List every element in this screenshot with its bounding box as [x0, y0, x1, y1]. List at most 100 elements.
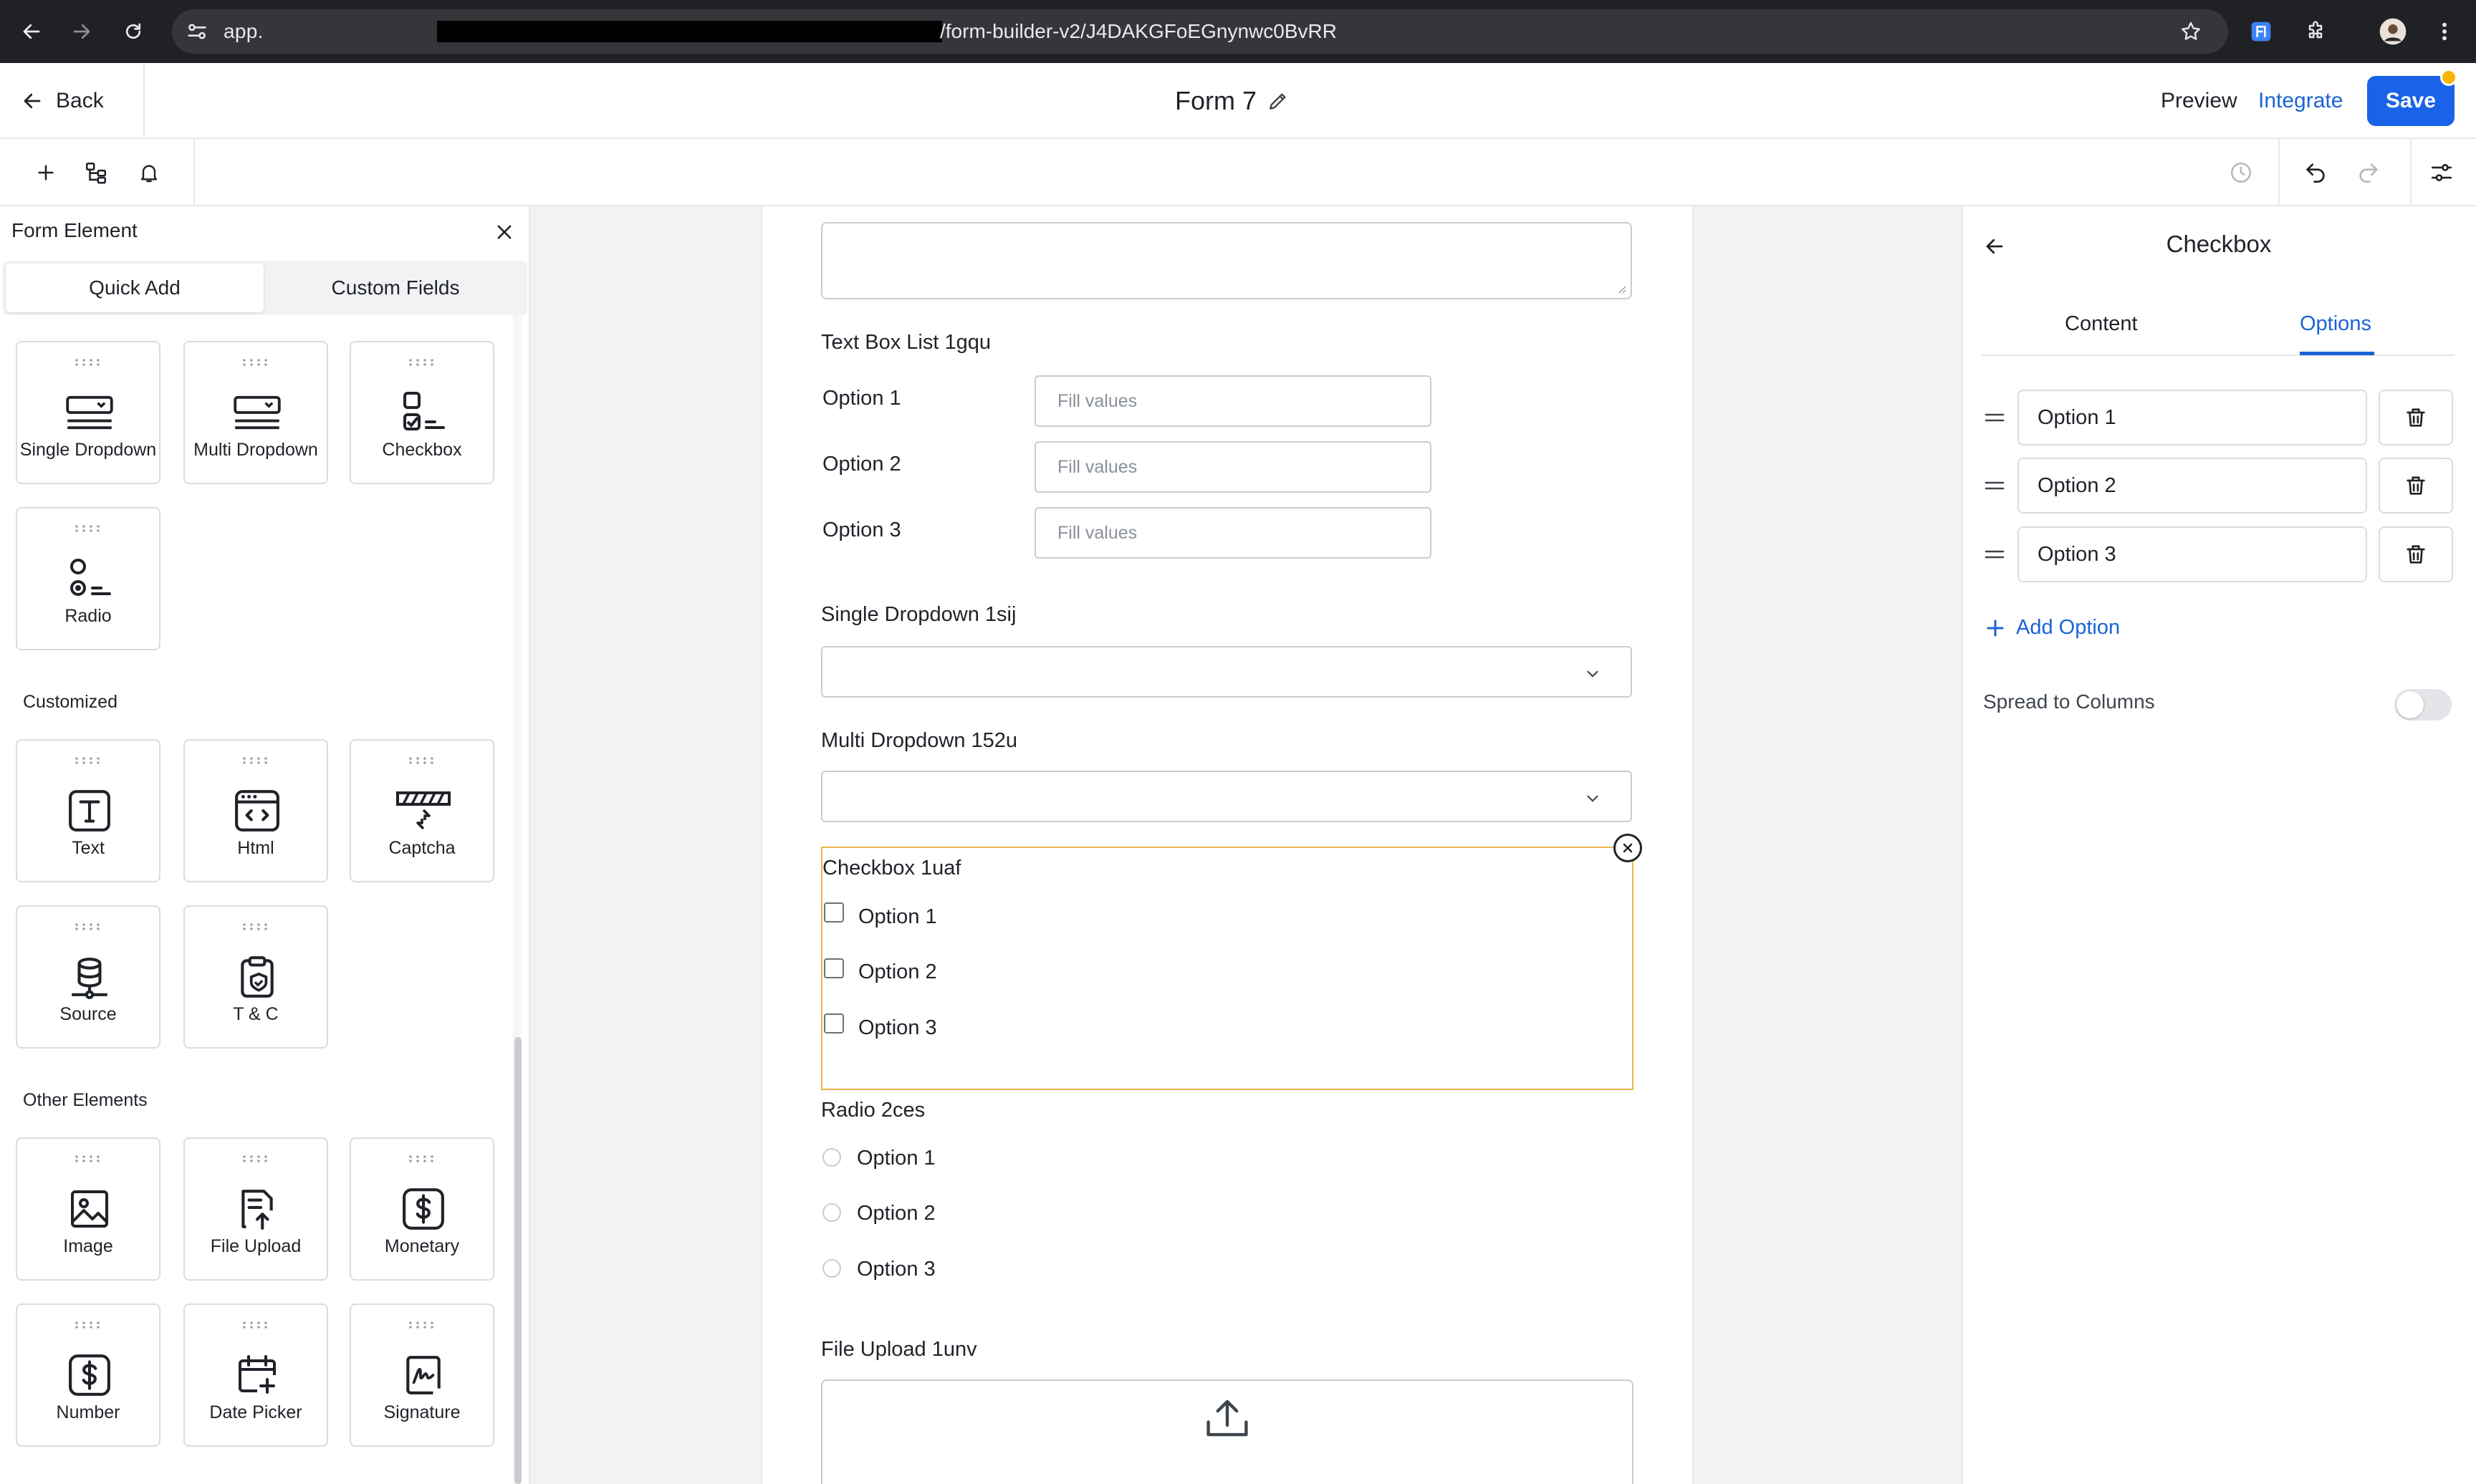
element-tile-single-dropdown[interactable]: Single Dropdown [16, 341, 160, 484]
drag-handle-icon[interactable] [1985, 478, 2005, 493]
element-tile-radio[interactable]: Radio [16, 507, 160, 650]
extension-app-icon[interactable] [2245, 16, 2277, 47]
radio-input[interactable] [822, 1203, 841, 1222]
captcha-icon [395, 782, 452, 839]
back-label: Back [56, 89, 104, 112]
trash-icon [2407, 545, 2425, 564]
element-tile-captcha[interactable]: Captcha [350, 739, 494, 882]
file-upload-dropzone[interactable] [821, 1379, 1633, 1484]
add-option-button[interactable]: Add Option [1985, 616, 2120, 640]
resize-handle-icon[interactable] [1616, 284, 1626, 294]
tile-label: File Upload [210, 1236, 302, 1256]
tile-label: Captcha [388, 838, 456, 858]
checkbox-option-label: Option 2 [858, 960, 937, 983]
history-icon[interactable] [2220, 139, 2263, 206]
element-tile-number[interactable]: Number [16, 1304, 160, 1447]
drag-handle-icon [75, 1155, 100, 1162]
element-tile-signature[interactable]: Signature [350, 1304, 494, 1447]
field-label-multi-dropdown: Multi Dropdown 152u [821, 729, 1018, 752]
delete-option-button[interactable] [2379, 526, 2453, 582]
clipboard-shield-icon [229, 948, 286, 1006]
element-tile-image[interactable]: Image [16, 1137, 160, 1281]
remove-field-icon[interactable] [1613, 834, 1642, 862]
radio-input[interactable] [822, 1259, 841, 1278]
delete-option-button[interactable] [2379, 390, 2453, 445]
checkbox-input[interactable] [824, 902, 844, 922]
element-tile-checkbox[interactable]: Checkbox [350, 341, 494, 484]
element-tile-terms[interactable]: T & C [183, 905, 328, 1049]
browser-reload-icon[interactable] [117, 16, 149, 47]
drag-handle-icon [243, 359, 267, 366]
element-tile-monetary[interactable]: Monetary [350, 1137, 494, 1281]
checkbox-input[interactable] [824, 958, 844, 978]
app-header: Back Form 7 Preview Integrate Save [0, 63, 2476, 139]
tile-label: Html [237, 838, 274, 858]
layers-tree-icon[interactable] [75, 139, 117, 206]
radio-input[interactable] [822, 1148, 841, 1167]
text-box-list-input[interactable]: Fill values [1035, 375, 1431, 427]
tab-quick-add[interactable]: Quick Add [6, 264, 264, 312]
extensions-puzzle-icon[interactable] [2300, 16, 2331, 47]
tab-content[interactable]: Content [2065, 312, 2138, 336]
save-button[interactable]: Save [2367, 76, 2455, 126]
element-tile-file-upload[interactable]: File Upload [183, 1137, 328, 1281]
checkbox-input[interactable] [824, 1013, 844, 1034]
element-tile-multi-dropdown[interactable]: Multi Dropdown [183, 341, 328, 484]
close-icon[interactable] [490, 218, 519, 246]
browser-forward-icon[interactable] [66, 16, 97, 47]
textarea-field[interactable] [821, 222, 1632, 299]
browser-menu-icon[interactable] [2429, 16, 2460, 47]
browser-back-icon[interactable] [16, 16, 47, 47]
element-tile-date-picker[interactable]: Date Picker [183, 1304, 328, 1447]
trash-icon [2407, 408, 2425, 427]
tile-label: Number [56, 1402, 120, 1422]
selected-checkbox-field[interactable] [821, 847, 1633, 1090]
text-box-list-row-label: Option 1 [822, 387, 901, 410]
text-box-list-input[interactable]: Fill values [1035, 507, 1431, 559]
element-tile-html[interactable]: Html [183, 739, 328, 882]
delete-option-button[interactable] [2379, 458, 2453, 514]
element-tile-source[interactable]: Source [16, 905, 160, 1049]
drag-handle-icon [409, 1155, 433, 1162]
form-title[interactable]: Form 7 [1175, 63, 1290, 139]
redo-icon[interactable] [2347, 139, 2390, 206]
drag-handle-icon[interactable] [1985, 410, 2005, 425]
preview-button[interactable]: Preview [2161, 63, 2237, 139]
settings-sliders-icon[interactable] [2420, 139, 2463, 206]
spread-to-columns-toggle[interactable] [2394, 689, 2452, 721]
option-input[interactable]: Option 1 [2017, 390, 2367, 445]
bookmark-star-icon[interactable] [2175, 16, 2207, 47]
panel-scrollbar-thumb[interactable] [514, 1037, 522, 1484]
profile-avatar-icon[interactable] [2377, 16, 2409, 47]
tab-options[interactable]: Options [2300, 312, 2371, 336]
builder-toolbar [0, 139, 2476, 206]
pencil-icon[interactable] [1267, 90, 1290, 112]
add-element-icon[interactable] [24, 139, 67, 206]
tile-label: Single Dropdown [19, 440, 157, 460]
text-box-list-row-label: Option 2 [822, 453, 901, 476]
bell-icon[interactable] [128, 139, 171, 206]
calendar-plus-icon [229, 1346, 286, 1404]
tile-label: Multi Dropdown [193, 440, 318, 460]
option-input[interactable]: Option 2 [2017, 458, 2367, 514]
drag-handle-icon [409, 359, 433, 366]
chevron-down-icon [1587, 670, 1598, 678]
field-label-file-upload: File Upload 1unv [821, 1338, 977, 1361]
integrate-button[interactable]: Integrate [2258, 63, 2343, 139]
unsaved-indicator-dot [2440, 69, 2457, 86]
undo-icon[interactable] [2294, 139, 2337, 206]
option-input[interactable]: Option 3 [2017, 526, 2367, 582]
url-prefix: app. [224, 20, 264, 42]
single-dropdown-select[interactable] [821, 646, 1632, 698]
multi-dropdown-select[interactable] [821, 771, 1632, 822]
tab-custom-fields[interactable]: Custom Fields [267, 264, 524, 312]
arrow-left-icon [24, 93, 41, 109]
drag-handle-icon[interactable] [1985, 547, 2005, 562]
toggle-knob [2396, 691, 2424, 718]
element-tile-text[interactable]: Text [16, 739, 160, 882]
site-settings-icon[interactable] [185, 19, 209, 44]
address-bar[interactable]: app. /form-builder-v2/J4DAKGFoEGnynwc0Bv… [172, 9, 2228, 54]
back-button[interactable]: Back [21, 63, 104, 139]
drag-handle-icon [243, 1155, 267, 1162]
text-box-list-input[interactable]: Fill values [1035, 441, 1431, 493]
